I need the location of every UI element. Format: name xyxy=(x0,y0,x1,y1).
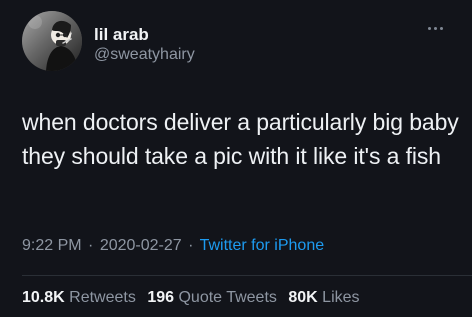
tweet-time: 9:22 PM xyxy=(22,237,82,254)
metadata-separator: · xyxy=(88,237,94,254)
tweet-metadata: 9:22 PM · 2020-02-27 · Twitter for iPhon… xyxy=(22,237,324,255)
more-dot-3 xyxy=(439,26,443,30)
tweet-source-link[interactable]: Twitter for iPhone xyxy=(200,237,325,254)
tweet-text: when doctors deliver a particularly big … xyxy=(22,109,459,169)
more-dot-2 xyxy=(433,26,437,30)
quote-tweets-count: 196 xyxy=(147,289,175,306)
metadata-separator: · xyxy=(188,237,194,254)
retweets-count: 10.8K xyxy=(22,289,65,306)
retweets-stat[interactable]: 10.8K Retweets xyxy=(22,289,136,307)
display-name[interactable]: lil arab xyxy=(94,25,149,45)
likes-stat[interactable]: 80K Likes xyxy=(288,289,359,307)
avatar[interactable] xyxy=(22,11,82,71)
quote-tweets-label: Quote Tweets xyxy=(178,289,277,306)
user-handle[interactable]: @sweatyhairy xyxy=(94,46,195,64)
tweet-stats: 10.8K Retweets 196 Quote Tweets 80K Like… xyxy=(22,289,360,307)
retweets-label: Retweets xyxy=(69,289,136,306)
likes-count: 80K xyxy=(288,289,318,306)
tweet-card: lil arab @sweatyhairy when doctors deliv… xyxy=(0,0,472,317)
more-dot-1 xyxy=(427,26,431,30)
tweet-date: 2020-02-27 xyxy=(99,237,182,254)
more-options-icon[interactable] xyxy=(424,22,446,34)
quote-tweets-stat[interactable]: 196 Quote Tweets xyxy=(147,289,277,307)
stats-divider xyxy=(22,275,472,276)
likes-label: Likes xyxy=(322,289,360,306)
